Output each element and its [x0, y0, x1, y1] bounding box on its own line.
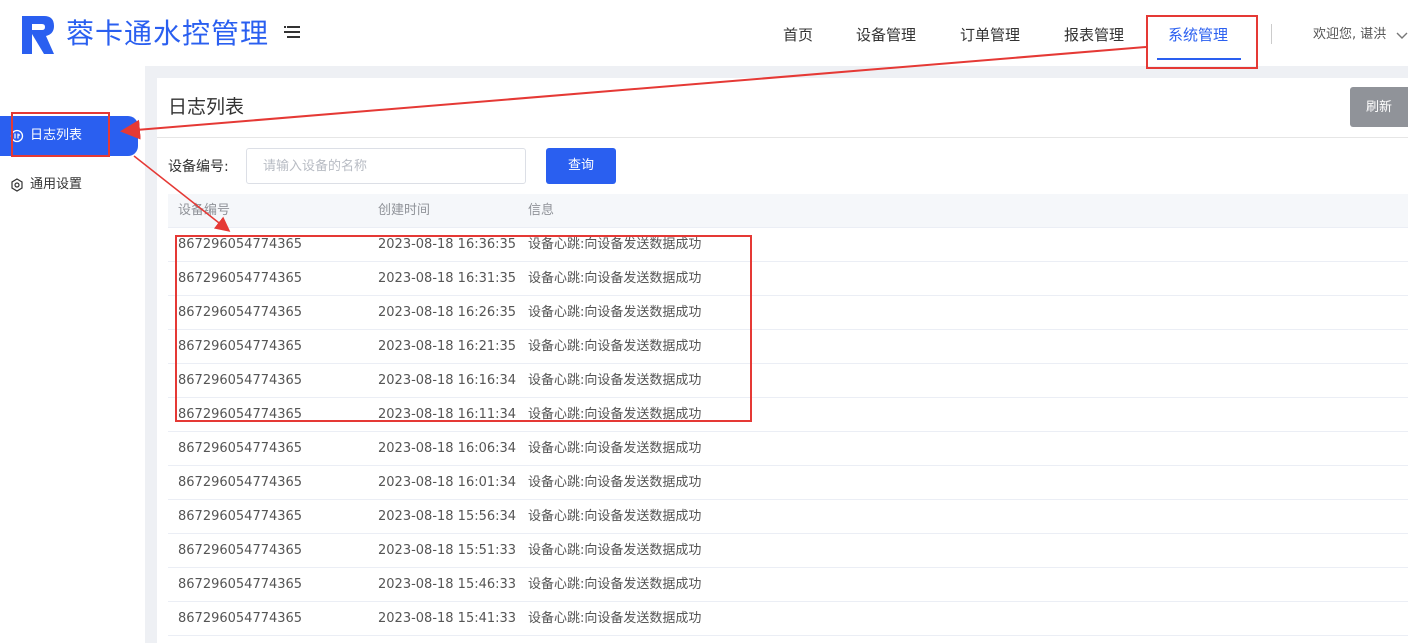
cell-info: 设备心跳:向设备发送数据成功: [528, 543, 702, 558]
settings-icon: [11, 178, 23, 192]
table-row[interactable]: 867296054774365 2023-08-18 15:41:33 设备心跳:向…: [168, 602, 1408, 636]
table-row[interactable]: 867296054774365 2023-08-18 16:01:34 设备心跳:向…: [168, 466, 1408, 500]
nav-home[interactable]: 首页: [783, 24, 813, 46]
nav-active-indicator: [1157, 58, 1241, 60]
cell-created-time: 2023-08-18 16:26:35: [378, 305, 517, 320]
cell-info: 设备心跳:向设备发送数据成功: [528, 475, 702, 490]
top-header: 蓉卡通水控管理 首页 设备管理 订单管理 报表管理 系统管理 欢迎您, 谌洪: [0, 0, 1408, 66]
cell-device-id: 867296054774365: [178, 611, 303, 626]
cell-device-id: 867296054774365: [178, 441, 303, 456]
cell-info: 设备心跳:向设备发送数据成功: [528, 373, 702, 388]
cell-device-id: 867296054774365: [178, 373, 303, 388]
nav-system-management[interactable]: 系统管理: [1168, 24, 1228, 46]
log-icon: [10, 129, 24, 143]
table-row[interactable]: 867296054774365 2023-08-18 15:46:33 设备心跳:向…: [168, 568, 1408, 602]
table-row[interactable]: 867296054774365 2023-08-18 16:31:35 设备心跳:向…: [168, 262, 1408, 296]
sidebar-item-log-list[interactable]: 日志列表: [0, 116, 138, 156]
cell-device-id: 867296054774365: [178, 305, 303, 320]
column-header-created-time[interactable]: 创建时间: [378, 202, 430, 220]
nav-device-management[interactable]: 设备管理: [856, 24, 916, 46]
table-row[interactable]: 867296054774365 2023-08-18 16:21:35 设备心跳:向…: [168, 330, 1408, 364]
sidebar-item-general-settings[interactable]: 通用设置: [0, 165, 138, 205]
cell-info: 设备心跳:向设备发送数据成功: [528, 407, 702, 422]
cell-info: 设备心跳:向设备发送数据成功: [528, 577, 702, 592]
app-title: 蓉卡通水控管理: [66, 17, 270, 50]
cell-info: 设备心跳:向设备发送数据成功: [528, 441, 702, 456]
chevron-down-icon[interactable]: [1396, 30, 1408, 40]
refresh-button[interactable]: 刷新: [1350, 87, 1408, 127]
cell-info: 设备心跳:向设备发送数据成功: [528, 271, 702, 286]
table-header: 设备编号 创建时间 信息: [168, 194, 1408, 228]
cell-device-id: 867296054774365: [178, 407, 303, 422]
cell-device-id: 867296054774365: [178, 509, 303, 524]
app-root: 蓉卡通水控管理 首页 设备管理 订单管理 报表管理 系统管理 欢迎您, 谌洪 日…: [0, 0, 1408, 643]
cell-info: 设备心跳:向设备发送数据成功: [528, 339, 702, 354]
cell-device-id: 867296054774365: [178, 339, 303, 354]
cell-created-time: 2023-08-18 15:46:33: [378, 577, 517, 592]
cell-info: 设备心跳:向设备发送数据成功: [528, 237, 702, 252]
table-row[interactable]: 867296054774365 2023-08-18 16:26:35 设备心跳:向…: [168, 296, 1408, 330]
cell-info: 设备心跳:向设备发送数据成功: [528, 509, 702, 524]
title-divider: [157, 137, 1408, 138]
nav-divider: [1271, 24, 1272, 44]
cell-device-id: 867296054774365: [178, 543, 303, 558]
page-title: 日志列表: [168, 96, 245, 118]
table-row[interactable]: 867296054774365 2023-08-18 16:11:34 设备心跳:向…: [168, 398, 1408, 432]
table-row[interactable]: 867296054774365 2023-08-18 16:36:35 设备心跳:向…: [168, 228, 1408, 262]
cell-info: 设备心跳:向设备发送数据成功: [528, 611, 702, 626]
table-row[interactable]: 867296054774365 2023-08-18 16:06:34 设备心跳:向…: [168, 432, 1408, 466]
cell-created-time: 2023-08-18 16:31:35: [378, 271, 517, 286]
query-button[interactable]: 查询: [546, 148, 616, 184]
cell-created-time: 2023-08-18 15:56:34: [378, 509, 517, 524]
cell-info: 设备心跳:向设备发送数据成功: [528, 305, 702, 320]
table-row[interactable]: 867296054774365 2023-08-18 15:51:33 设备心跳:向…: [168, 534, 1408, 568]
sidebar-item-label: 日志列表: [30, 128, 83, 143]
sidebar-item-label: 通用设置: [30, 177, 83, 192]
table-body: 867296054774365 2023-08-18 16:36:35 设备心跳:向…: [168, 228, 1408, 636]
menu-toggle-icon[interactable]: [284, 25, 300, 39]
cell-created-time: 2023-08-18 16:11:34: [378, 407, 517, 422]
user-welcome[interactable]: 欢迎您, 谌洪: [1313, 26, 1386, 44]
table-row[interactable]: 867296054774365 2023-08-18 16:16:34 设备心跳:向…: [168, 364, 1408, 398]
device-id-label: 设备编号:: [168, 159, 229, 175]
logo-icon: [22, 16, 54, 54]
nav-report-management[interactable]: 报表管理: [1064, 24, 1124, 46]
cell-device-id: 867296054774365: [178, 475, 303, 490]
cell-device-id: 867296054774365: [178, 237, 303, 252]
cell-device-id: 867296054774365: [178, 271, 303, 286]
cell-created-time: 2023-08-18 16:16:34: [378, 373, 517, 388]
table-row[interactable]: 867296054774365 2023-08-18 15:56:34 设备心跳:向…: [168, 500, 1408, 534]
cell-created-time: 2023-08-18 15:41:33: [378, 611, 517, 626]
cell-created-time: 2023-08-18 15:51:33: [378, 543, 517, 558]
nav-order-management[interactable]: 订单管理: [960, 24, 1020, 46]
column-header-info[interactable]: 信息: [528, 202, 554, 220]
cell-created-time: 2023-08-18 16:36:35: [378, 237, 517, 252]
cell-created-time: 2023-08-18 16:06:34: [378, 441, 517, 456]
cell-created-time: 2023-08-18 16:21:35: [378, 339, 517, 354]
device-id-input[interactable]: [246, 148, 526, 184]
cell-device-id: 867296054774365: [178, 577, 303, 592]
column-header-device-id[interactable]: 设备编号: [178, 202, 230, 220]
cell-created-time: 2023-08-18 16:01:34: [378, 475, 517, 490]
